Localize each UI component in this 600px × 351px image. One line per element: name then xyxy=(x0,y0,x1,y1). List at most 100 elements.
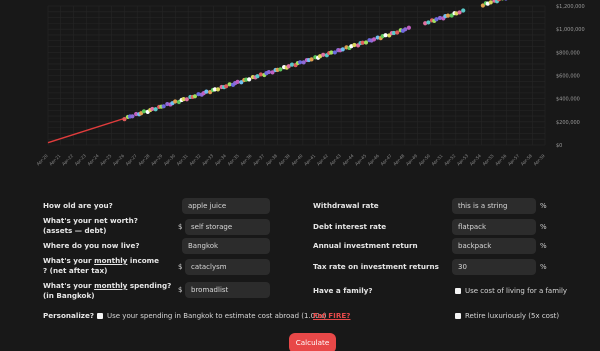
scatter-point xyxy=(122,117,127,122)
x-tick-label: Apr-25 xyxy=(99,153,113,167)
x-tick-label: Apr-24 xyxy=(86,153,100,167)
x-tick-label: Apr-22 xyxy=(61,153,75,167)
x-tick-label: Apr-44 xyxy=(341,153,355,167)
scatter-point xyxy=(309,57,314,62)
scatter-point xyxy=(141,109,147,114)
x-tick-label: Apr-51 xyxy=(430,153,444,167)
spending-label: What's your monthly spending? xyxy=(43,281,172,290)
tax-label: Tax rate on investment returns xyxy=(313,262,439,271)
x-tick-label: Apr-26 xyxy=(112,153,126,167)
scatter-point xyxy=(192,94,198,99)
fat-fire-link[interactable]: Fat FIRE? xyxy=(313,311,350,321)
scatter-point xyxy=(406,25,411,30)
x-tick-label: Apr-29 xyxy=(150,153,164,167)
calculate-button[interactable]: Calculate xyxy=(289,333,336,351)
location-select[interactable]: Bangkok xyxy=(182,238,270,254)
return-label: Annual investment return xyxy=(313,241,418,250)
scatter-point xyxy=(161,104,166,109)
networth-label: What's your net worth? xyxy=(43,216,138,225)
scatter-point xyxy=(153,107,158,112)
networth-input[interactable]: self storage xyxy=(185,219,270,235)
debt-unit: % xyxy=(540,223,547,231)
personalize-label: Personalize? xyxy=(43,311,95,320)
scatter-point xyxy=(488,0,493,5)
x-tick-label: Apr-56 xyxy=(494,153,508,167)
x-tick-label: Apr-31 xyxy=(176,153,190,167)
x-tick-label: Apr-40 xyxy=(290,153,304,167)
income-currency: $ xyxy=(178,263,183,271)
networth-currency: $ xyxy=(178,223,183,231)
x-tick-label: Apr-42 xyxy=(316,153,330,167)
y-tick-label: $0 xyxy=(556,143,562,149)
scatter-point xyxy=(235,79,240,84)
retire-option-label: Retire luxuriously (5x cost) xyxy=(465,312,560,320)
scatter-point xyxy=(278,67,283,72)
scatter-point xyxy=(297,60,303,65)
withdrawal-input[interactable]: this is a string xyxy=(452,198,536,214)
scatter-point xyxy=(340,47,345,52)
x-tick-label: Apr-33 xyxy=(201,153,215,167)
x-tick-label: Apr-38 xyxy=(265,153,279,167)
spending-currency: $ xyxy=(178,286,183,294)
x-tick-label: Apr-47 xyxy=(379,153,393,167)
income-input[interactable]: cataclysm xyxy=(185,259,270,275)
scatter-points xyxy=(122,0,508,122)
x-tick-label: Apr-49 xyxy=(405,153,419,167)
chart-grid xyxy=(47,5,546,146)
x-tick-label: Apr-32 xyxy=(188,153,202,167)
scatter-point xyxy=(461,8,466,13)
retire-checkbox[interactable] xyxy=(455,313,461,319)
scatter-point xyxy=(184,97,189,102)
x-tick-label: Apr-43 xyxy=(328,153,342,167)
y-axis-ticks: $0 $200,000 $400,000 $600,000 $800,000 $1,000… xyxy=(556,4,585,149)
x-tick-label: Apr-41 xyxy=(303,153,317,167)
networth-sublabel: (assets — debt) xyxy=(43,226,107,235)
x-tick-label: Apr-37 xyxy=(252,153,266,167)
live-label: Where do you now live? xyxy=(43,241,140,250)
tax-unit: % xyxy=(540,263,547,271)
x-tick-label: Apr-21 xyxy=(48,153,62,167)
y-tick-label: $200,000 xyxy=(556,120,580,126)
family-checkbox[interactable] xyxy=(455,288,461,294)
scatter-point xyxy=(371,37,377,42)
personalize-option-label: Use your spending in Bangkok to estimate… xyxy=(107,312,327,320)
scatter-point xyxy=(321,52,326,57)
scatter-point xyxy=(395,30,400,35)
age-input[interactable]: apple juice xyxy=(182,198,270,214)
x-tick-label: Apr-46 xyxy=(367,153,381,167)
x-tick-label: Apr-59 xyxy=(532,153,546,167)
personalize-checkbox[interactable] xyxy=(97,313,103,319)
x-tick-label: Apr-27 xyxy=(125,153,139,167)
x-tick-label: Apr-58 xyxy=(520,153,534,167)
y-tick-label: $1,000,000 xyxy=(556,27,585,33)
y-tick-label: $400,000 xyxy=(556,97,580,103)
x-tick-label: Apr-52 xyxy=(443,153,457,167)
x-tick-label: Apr-23 xyxy=(74,153,88,167)
age-label: How old are you? xyxy=(43,201,113,210)
spending-input[interactable]: bromadlist xyxy=(185,282,270,298)
return-unit: % xyxy=(540,242,547,250)
x-tick-label: Apr-57 xyxy=(507,153,521,167)
x-axis-ticks: Apr-20 Apr-21 Apr-22 Apr-23 Apr-24 Apr-25 Apr-… xyxy=(35,153,546,167)
scatter-point xyxy=(445,13,451,18)
scatter-point xyxy=(426,20,431,25)
scatter-point xyxy=(383,33,388,38)
x-tick-label: Apr-53 xyxy=(456,153,470,167)
scatter-point xyxy=(504,0,508,1)
debt-input[interactable]: flatpack xyxy=(452,219,536,235)
return-input[interactable]: backpack xyxy=(452,238,536,254)
scatter-point xyxy=(403,27,408,32)
x-tick-label: Apr-28 xyxy=(137,153,151,167)
tax-input[interactable]: 30 xyxy=(452,259,536,275)
x-tick-label: Apr-50 xyxy=(418,153,432,167)
withdrawal-unit: % xyxy=(540,202,547,210)
income-sublabel: ? (net after tax) xyxy=(43,266,108,275)
x-tick-label: Apr-30 xyxy=(163,153,177,167)
x-tick-label: Apr-35 xyxy=(227,153,241,167)
x-tick-label: Apr-36 xyxy=(239,153,253,167)
income-label: What's your monthly income xyxy=(43,256,160,265)
scatter-point xyxy=(130,114,135,119)
family-label: Have a family? xyxy=(313,286,373,295)
scatter-point xyxy=(363,40,369,45)
x-tick-label: Apr-39 xyxy=(278,153,292,167)
